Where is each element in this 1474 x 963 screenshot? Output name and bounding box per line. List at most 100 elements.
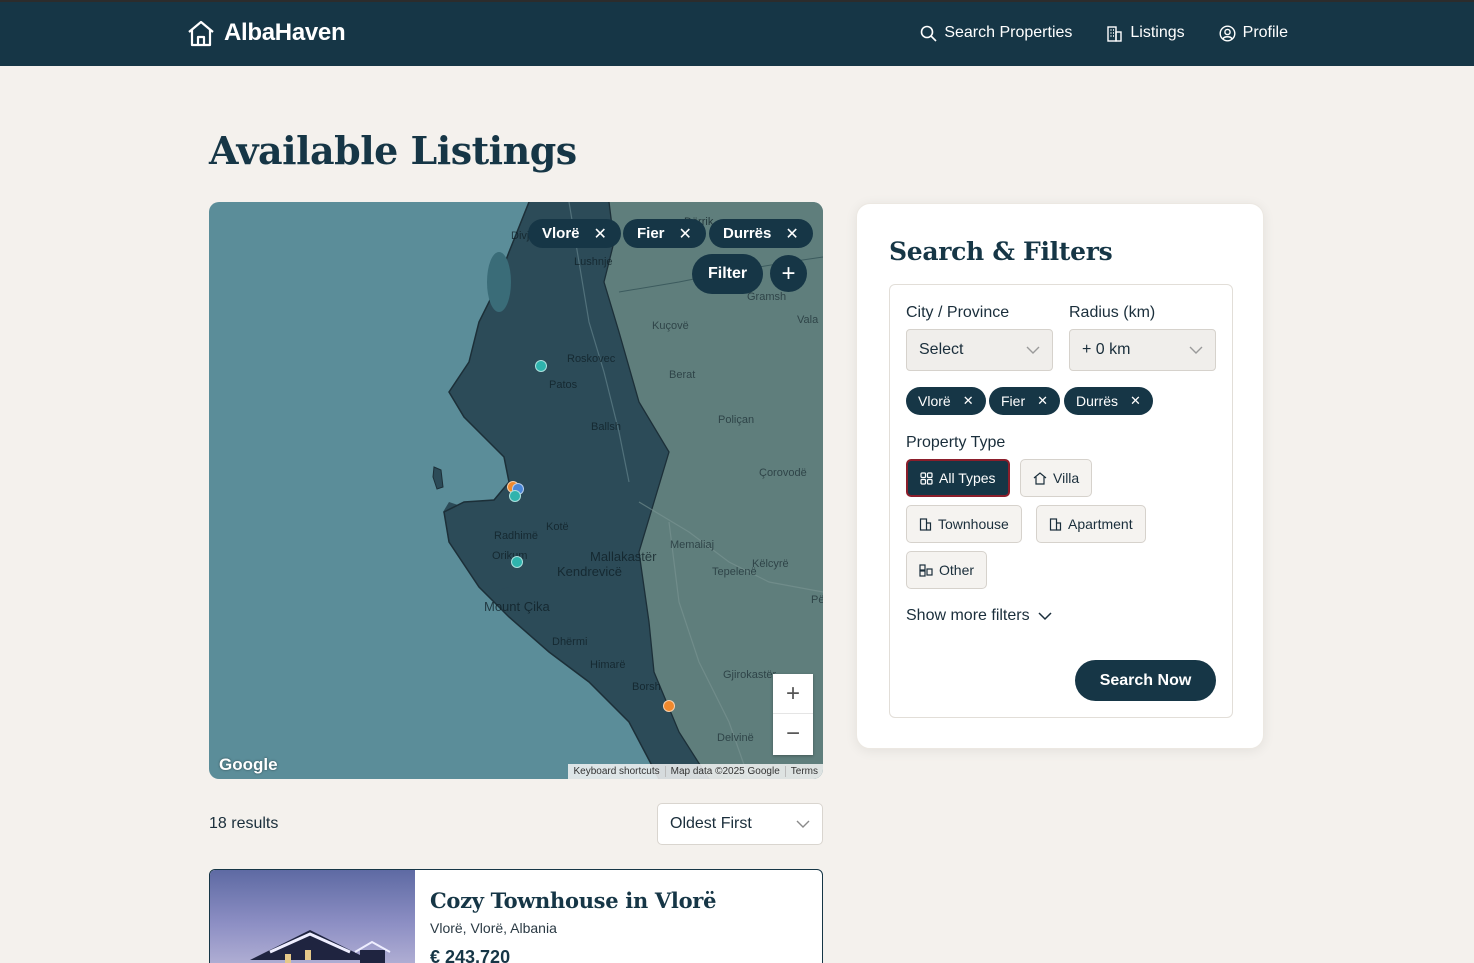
show-more-label: Show more filters: [906, 607, 1030, 624]
map-attribution: Keyboard shortcuts Map data ©2025 Google…: [568, 764, 823, 779]
map-label: Mount Çika: [484, 599, 550, 614]
type-apartment-button[interactable]: Apartment: [1036, 505, 1146, 543]
type-villa-button[interactable]: Villa: [1020, 459, 1093, 497]
property-type-label: Property Type: [906, 434, 1006, 451]
house-photo: [250, 930, 391, 963]
map-chip-label: Durrës: [723, 225, 772, 242]
nav-search-label: Search Properties: [944, 24, 1073, 41]
type-label: Apartment: [1068, 516, 1133, 532]
map-label: Divj: [511, 230, 530, 242]
radius-label: Radius (km): [1069, 304, 1156, 321]
map-label: Kotë: [546, 521, 569, 533]
map-marker[interactable]: [509, 490, 521, 502]
listing-title[interactable]: Cozy Townhouse in Vlorë: [430, 888, 716, 913]
close-icon[interactable]: ✕: [1130, 393, 1141, 409]
search-icon: [921, 25, 937, 42]
nav-listings-label: Listings: [1130, 24, 1185, 41]
top-navbar: AlbaHaven Search Properties Listings Pro…: [0, 0, 1474, 66]
map-label: Gramsh: [747, 291, 787, 303]
grid-icon: [920, 471, 933, 485]
close-icon[interactable]: ✕: [1037, 393, 1048, 409]
map-chip-label: Fier: [637, 225, 665, 242]
building-icon: [1049, 517, 1062, 531]
map-label: Vala: [797, 314, 819, 326]
type-townhouse-button[interactable]: Townhouse: [906, 505, 1022, 543]
city-tag-vlore[interactable]: Vlorë ✕: [906, 387, 986, 415]
terms-link[interactable]: Terms: [784, 766, 823, 777]
map-marker[interactable]: [511, 556, 523, 568]
keyboard-shortcuts-link[interactable]: Keyboard shortcuts: [568, 766, 664, 777]
listing-price: € 243,720: [430, 947, 511, 963]
nav-search-properties[interactable]: Search Properties: [920, 24, 1072, 42]
map-label: Poliçan: [718, 414, 755, 426]
page-title: Available Listings: [209, 128, 577, 173]
close-icon[interactable]: ✕: [679, 224, 692, 244]
show-more-filters[interactable]: Show more filters: [906, 607, 1052, 625]
tag-label: Fier: [1001, 393, 1026, 409]
listing-card[interactable]: Cozy Townhouse in Vlorë Vlorë, Vlorë, Al…: [209, 869, 823, 963]
type-label: Villa: [1053, 470, 1080, 486]
main-nav: Search Properties Listings Profile: [920, 24, 1288, 42]
map-label: Delvinë: [717, 732, 754, 744]
map-data-text: Map data ©2025 Google: [664, 766, 785, 777]
chevron-down-icon: [796, 820, 810, 828]
map-label: Pë: [811, 594, 823, 606]
type-other-button[interactable]: Other: [906, 551, 988, 589]
filters-panel: Search & Filters City / Province Radius …: [856, 203, 1264, 749]
listing-location: Vlorë, Vlorë, Albania: [430, 920, 557, 936]
building-icon: [1107, 25, 1123, 42]
building-icon: [919, 517, 932, 531]
map-label: Dhërmi: [552, 636, 588, 648]
sort-select[interactable]: Oldest First: [657, 803, 823, 845]
city-select[interactable]: Select: [906, 329, 1053, 371]
city-label: City / Province: [906, 304, 1010, 321]
search-now-button[interactable]: Search Now: [1075, 660, 1216, 701]
radius-select[interactable]: + 0 km: [1069, 329, 1216, 371]
radius-select-value: + 0 km: [1082, 341, 1131, 358]
close-icon[interactable]: ✕: [963, 393, 974, 409]
map-chip-durres[interactable]: Durrës ✕: [709, 219, 813, 248]
map-label: Kendrevicë: [557, 564, 623, 579]
listing-image: [210, 870, 415, 963]
map-label: Patos: [549, 379, 578, 391]
chevron-down-icon: [1189, 346, 1203, 354]
results-count: 18 results: [209, 815, 279, 832]
city-tag-fier[interactable]: Fier ✕: [989, 387, 1061, 415]
zoom-out-button[interactable]: −: [773, 714, 813, 754]
brand-logo[interactable]: AlbaHaven: [186, 19, 346, 47]
zoom-in-button[interactable]: +: [773, 674, 813, 714]
nav-listings[interactable]: Listings: [1106, 24, 1185, 42]
map-label: Radhimë: [494, 530, 539, 542]
map-label: Kuçovë: [652, 320, 689, 332]
nav-profile-label: Profile: [1242, 24, 1288, 41]
map-filter-button[interactable]: Filter: [692, 254, 764, 294]
city-tag-durres[interactable]: Durrës ✕: [1064, 387, 1153, 415]
nav-profile[interactable]: Profile: [1219, 24, 1288, 42]
blocks-icon: [919, 563, 933, 577]
close-icon[interactable]: ✕: [785, 224, 798, 244]
tag-label: Vlorë: [918, 393, 951, 409]
type-all-button[interactable]: All Types: [906, 459, 1010, 497]
map-label: Himarë: [590, 659, 626, 671]
listings-map[interactable]: Lushnje Kuçovë Gramsh Roskovec Patos Ber…: [209, 202, 823, 779]
map-marker[interactable]: [535, 360, 547, 372]
map-add-button[interactable]: +: [770, 255, 807, 292]
map-chip-label: Vlorë: [542, 225, 580, 242]
map-label: Borsh: [632, 681, 661, 693]
map-chip-fier[interactable]: Fier ✕: [623, 219, 706, 248]
map-label: Tepelenë: [712, 566, 757, 578]
type-label: Townhouse: [938, 516, 1009, 532]
plus-icon: +: [781, 259, 796, 287]
close-icon[interactable]: ✕: [594, 224, 607, 244]
map-label: Berat: [669, 369, 696, 381]
map-marker[interactable]: [663, 700, 675, 712]
map-zoom-control: + −: [773, 674, 813, 755]
chevron-down-icon: [1038, 611, 1052, 620]
home-icon: [1033, 471, 1047, 485]
map-label: Memaliaj: [670, 539, 715, 551]
home-icon: [188, 20, 214, 47]
map-label: Ballsh: [591, 421, 621, 433]
map-label: Çorovodë: [759, 467, 807, 479]
map-chip-vlore[interactable]: Vlorë ✕: [528, 219, 621, 248]
brand-name: AlbaHaven: [224, 19, 346, 46]
